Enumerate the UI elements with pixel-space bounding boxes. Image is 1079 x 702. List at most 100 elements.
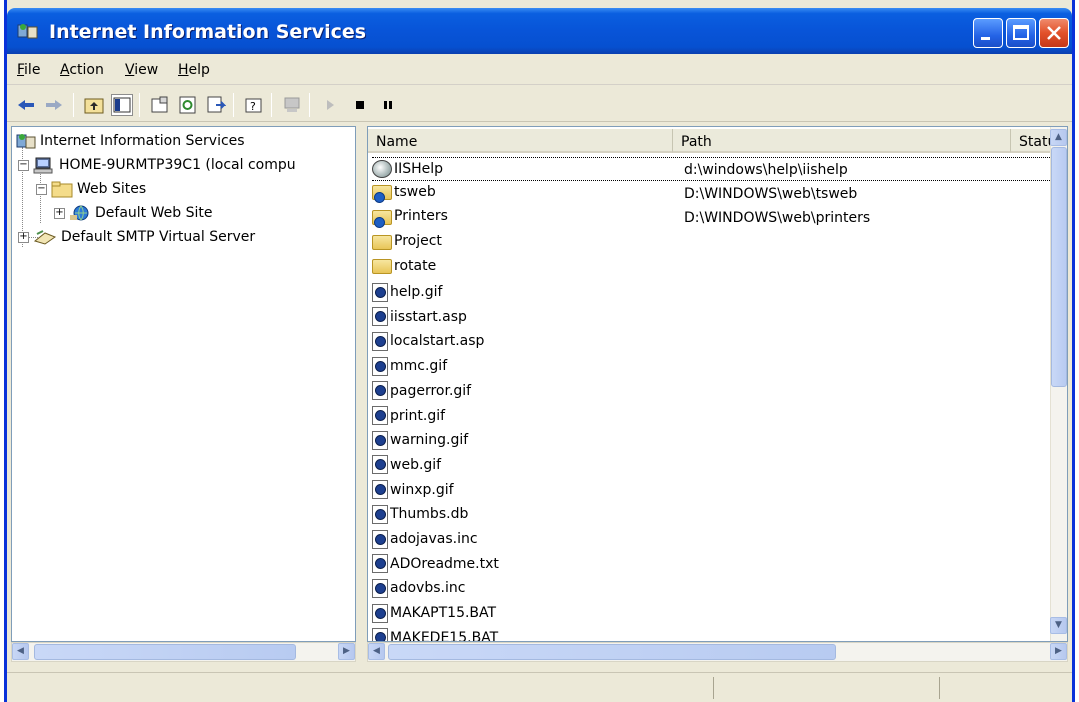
scroll-left-icon[interactable]: ◀	[12, 643, 29, 660]
tree-horizontal-scrollbar[interactable]: ◀ ▶	[11, 642, 356, 662]
file-icon	[372, 628, 388, 641]
file-icon	[372, 356, 388, 376]
menu-bar: File Action View Help	[7, 57, 1072, 85]
list-item[interactable]: print.gif	[372, 404, 1062, 428]
list-item-name: iisstart.asp	[372, 307, 467, 327]
iis-app-icon	[17, 24, 38, 39]
collapse-icon[interactable]: −	[36, 183, 47, 195]
list-item[interactable]: pagerror.gif	[372, 379, 1062, 403]
pane-splitter[interactable]	[356, 126, 367, 671]
list-item[interactable]: MAKAPT15.BAT	[372, 602, 1062, 626]
file-icon	[372, 480, 388, 500]
folder-icon	[372, 259, 392, 275]
properties-icon[interactable]	[149, 94, 171, 116]
list-item-label: Printers	[394, 208, 448, 225]
file-icon	[372, 331, 388, 351]
list-item-label: rotate	[394, 257, 437, 274]
scroll-down-icon[interactable]: ▼	[1050, 617, 1067, 634]
tree-scroll-thumb[interactable]	[34, 644, 296, 660]
list-scroll-thumb[interactable]	[388, 644, 836, 660]
list-item[interactable]: Project	[372, 231, 1062, 255]
minimize-button[interactable]	[973, 18, 1003, 48]
tree-node-web-sites[interactable]: − Web Sites	[36, 179, 146, 199]
list-item-label: mmc.gif	[390, 358, 448, 375]
column-header-path[interactable]: Path	[673, 129, 1011, 153]
list-item[interactable]: ADOreadme.txt	[372, 552, 1062, 576]
list-item-label: help.gif	[390, 284, 443, 300]
menu-view[interactable]: View	[125, 62, 158, 78]
list-item[interactable]: localstart.asp	[372, 330, 1062, 354]
up-folder-icon[interactable]	[83, 94, 105, 116]
list-item-name: Thumbs.db	[372, 504, 468, 524]
forward-arrow-icon[interactable]	[43, 94, 65, 116]
status-segment	[939, 677, 1057, 699]
stop-icon[interactable]	[349, 94, 371, 116]
folder-icon	[51, 181, 73, 198]
scroll-up-icon[interactable]: ▲	[1050, 129, 1067, 146]
list-vertical-scrollbar[interactable]: ▲ ▼	[1050, 127, 1067, 641]
list-item-label: warning.gif	[390, 432, 469, 449]
list-item[interactable]: warning.gif	[372, 429, 1062, 453]
back-arrow-icon[interactable]	[15, 94, 37, 116]
list-pane[interactable]: Name Path Statu IISHelp d:\windows\help\i…	[367, 126, 1068, 642]
close-button[interactable]	[1039, 18, 1069, 48]
list-item[interactable]: winxp.gif	[372, 478, 1062, 502]
title-bar[interactable]: Internet Information Services	[7, 8, 1072, 54]
scroll-right-icon[interactable]: ▶	[338, 643, 355, 660]
list-item[interactable]: help.gif	[372, 281, 1062, 305]
file-icon	[372, 603, 388, 623]
scroll-thumb[interactable]	[1051, 147, 1067, 387]
connect-computer-icon[interactable]	[281, 94, 303, 116]
status-segment	[713, 677, 939, 699]
expand-icon[interactable]: +	[54, 207, 65, 219]
list-item[interactable]: tsweb D:\WINDOWS\web\tsweb	[372, 182, 1062, 206]
scroll-right-icon[interactable]: ▶	[1050, 643, 1067, 660]
list-item[interactable]: rotate	[372, 256, 1062, 280]
menu-help[interactable]: Help	[178, 62, 210, 78]
list-item-label: iisstart.asp	[390, 308, 467, 325]
tree-node-smtp[interactable]: + Default SMTP Virtual Server	[18, 227, 255, 247]
list-item-name: rotate	[372, 257, 437, 275]
tree-node-computer[interactable]: − HOME-9URMTP39C1 (local compu	[18, 155, 296, 175]
scroll-left-icon[interactable]: ◀	[368, 643, 385, 660]
list-item[interactable]: iisstart.asp	[372, 305, 1062, 329]
file-icon	[372, 430, 388, 450]
list-item[interactable]: MAKEDE15.BAT	[372, 626, 1062, 641]
export-list-icon[interactable]	[205, 94, 227, 116]
list-horizontal-scrollbar[interactable]: ◀ ▶	[367, 642, 1068, 662]
list-item[interactable]: web.gif	[372, 453, 1062, 477]
window-title: Internet Information Services	[49, 21, 367, 43]
list-item-label: web.gif	[390, 456, 442, 473]
show-tree-icon[interactable]	[111, 94, 133, 116]
list-item[interactable]: IISHelp d:\windows\help\iishelp	[372, 157, 1062, 181]
list-item-label: ADOreadme.txt	[390, 555, 499, 572]
list-item-name: Project	[372, 233, 442, 250]
tree-root-iis[interactable]: Internet Information Services	[16, 131, 245, 151]
list-item-name: MAKAPT15.BAT	[372, 603, 497, 623]
pause-icon[interactable]	[377, 94, 399, 116]
menu-file[interactable]: File	[17, 62, 40, 78]
expand-icon[interactable]: +	[18, 231, 29, 243]
list-item-label: MAKAPT15.BAT	[390, 605, 497, 622]
play-icon[interactable]	[319, 94, 341, 116]
refresh-icon[interactable]	[177, 94, 199, 116]
minimize-icon	[981, 37, 990, 40]
file-icon	[372, 578, 388, 598]
list-item[interactable]: adovbs.inc	[372, 577, 1062, 601]
list-item[interactable]: adojavas.inc	[372, 528, 1062, 552]
list-item[interactable]: Thumbs.db	[372, 503, 1062, 527]
menu-action[interactable]: Action	[60, 62, 104, 78]
collapse-icon[interactable]: −	[18, 159, 29, 171]
help-icon[interactable]: ?	[243, 94, 265, 116]
tree-pane[interactable]: Internet Information Services − HOME-9UR…	[11, 126, 356, 642]
column-header-name[interactable]: Name	[368, 129, 673, 153]
maximize-button[interactable]	[1006, 18, 1036, 48]
tree-node-default-web-site[interactable]: + Default Web Site	[54, 203, 212, 223]
list-item-label: adojavas.inc	[390, 531, 478, 547]
list-item-label: tsweb	[394, 183, 436, 200]
list-item[interactable]: Printers D:\WINDOWS\web\printers	[372, 206, 1062, 230]
iis-root-icon	[16, 134, 36, 149]
column-header-status[interactable]: Statu	[1011, 129, 1052, 153]
smtp-server-icon	[33, 230, 57, 245]
list-item[interactable]: mmc.gif	[372, 355, 1062, 379]
